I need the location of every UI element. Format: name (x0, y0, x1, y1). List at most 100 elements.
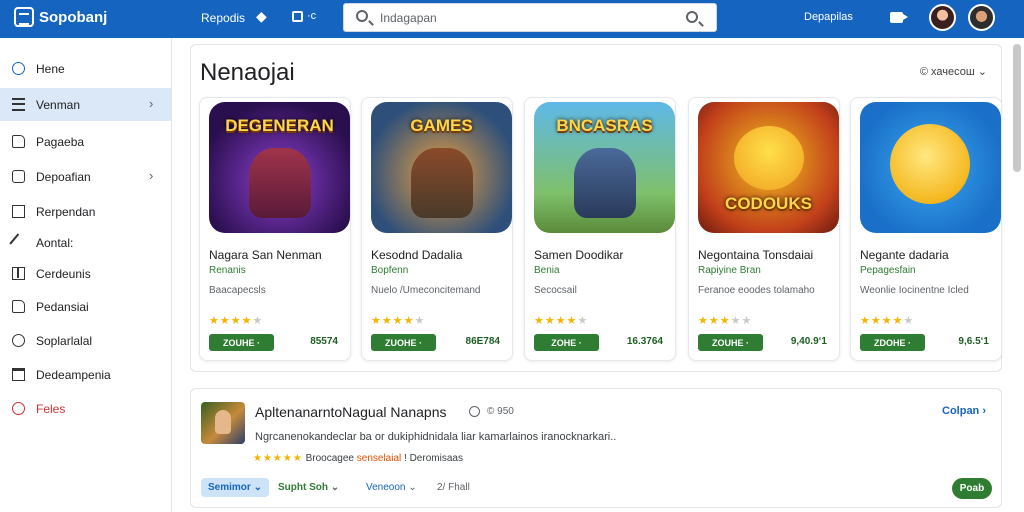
sidebar-item-dedeampenia[interactable]: Dedeampenia (0, 358, 171, 391)
install-button[interactable]: ZOUHE · (698, 334, 763, 351)
app-developer[interactable]: Rapiyine Bran (698, 265, 761, 276)
install-button[interactable]: ZUOHE · (371, 334, 436, 351)
featured-apps-section: Nenaojai © хачесош ⌄ DEGENERAN Nagara Sa… (190, 44, 1002, 372)
app-logo[interactable]: Sopobanj (14, 7, 107, 27)
sidebar-item-pagaeba[interactable]: Pagaeba (0, 125, 171, 158)
character-figure (411, 148, 473, 218)
character-figure (249, 148, 311, 218)
listing-badge: © 950 (487, 406, 514, 417)
sidebar-item-label: Dedeampenia (36, 368, 111, 382)
app-artwork-title: DEGENERAN (225, 116, 334, 135)
star-rating: ★★★★★ (371, 315, 426, 327)
app-developer[interactable]: Bopfenn (371, 265, 408, 276)
app-price: 16.3764 (626, 336, 663, 347)
app-title: Kesodnd Dadalia (371, 248, 463, 262)
sidebar-item-label: Cerdeunis (36, 267, 91, 281)
app-category: Weonlie Iocinentne Icled (860, 285, 969, 296)
box-icon (12, 205, 25, 218)
listing-thumbnail[interactable] (201, 402, 245, 444)
app-card[interactable]: DEGENERAN Nagara San Nenman Renanis Baac… (199, 97, 351, 361)
arrow-icon[interactable]: ◆ (256, 8, 267, 25)
sidebar-item-feles[interactable]: Feles (0, 392, 171, 425)
app-title: Negontaina Tonsdaiai (698, 248, 814, 262)
settings-icon (12, 334, 25, 347)
search-bar[interactable] (343, 3, 717, 32)
filter-chip-label: Supht Soh (278, 482, 328, 493)
sidebar-item-pedansiai[interactable]: Pedansiai (0, 290, 171, 323)
sidebar-item-label: Hene (36, 62, 65, 76)
app-developer[interactable]: Pepagesfain (860, 265, 916, 276)
star-rating: ★★★★★ (860, 315, 915, 327)
top-nav-link[interactable]: Repodis (201, 11, 245, 25)
featured-listing: ApltenanarntoNagual Nanapns © 950 Colpan… (190, 388, 1002, 508)
sidebar-item-label: Rerpendan (36, 205, 96, 219)
square-icon (292, 10, 303, 22)
scrollbar-thumb[interactable] (1013, 44, 1021, 172)
app-artwork: CODOUKS (698, 102, 839, 233)
rating-highlight: senselaial (356, 453, 402, 464)
chevron-down-icon: ⌄ (977, 66, 987, 78)
avatar-secondary[interactable] (968, 4, 995, 31)
app-category: Secocsail (534, 285, 577, 296)
section-title: Nenaojai (200, 59, 295, 86)
video-icon[interactable] (890, 12, 908, 23)
avatar[interactable] (929, 4, 956, 31)
app-price: 9,40.9‘1 (790, 336, 827, 347)
app-developer[interactable]: Benia (534, 265, 560, 276)
app-price: 9,6.5‘1 (958, 336, 989, 347)
app-artwork (860, 102, 1001, 233)
character-figure (890, 124, 970, 204)
sidebar-item-venman[interactable]: Venman › (0, 88, 171, 121)
app-artwork: GAMES (371, 102, 512, 233)
filter-chip[interactable]: Semimor ⌄ (201, 478, 269, 497)
app-title: Samen Doodikar (534, 248, 624, 262)
pen-icon (9, 233, 28, 252)
listing-link-label: Colpan (942, 405, 980, 417)
search-submit-icon[interactable] (686, 11, 698, 23)
app-artwork-title: CODOUKS (725, 194, 812, 213)
listing-title[interactable]: ApltenanarntoNagual Nanapns (255, 404, 446, 420)
logo-icon (14, 7, 34, 27)
search-input[interactable] (380, 8, 680, 28)
listing-description: Ngrcanenokandeclar ba or dukiphidnidala … (255, 431, 617, 443)
sidebar-item-home[interactable]: Hene (0, 52, 171, 85)
app-artwork-title: BNCASRAS (556, 116, 653, 135)
install-button[interactable]: ZOUHE · (209, 334, 274, 351)
app-card[interactable]: GAMES Kesodnd Dadalia Bopfenn Nuelo /Ume… (361, 97, 513, 361)
app-artwork-title: GAMES (410, 116, 473, 135)
app-developer[interactable]: Renanis (209, 265, 246, 276)
install-button[interactable]: ZDOHE · (860, 334, 925, 351)
sidebar-item-label: Feles (36, 402, 66, 416)
star-rating: ★★★★★ (534, 315, 589, 327)
result-count: 2/ Fhall (437, 482, 470, 493)
filter-chip-label: Veneoon (366, 482, 406, 493)
sidebar-item-aontal[interactable]: Aontal: (0, 226, 171, 259)
app-card[interactable]: CODOUKS Negontaina Tonsdaiai Rapiyine Br… (688, 97, 840, 361)
app-card[interactable]: BNCASRAS Samen Doodikar Benia Secocsail … (524, 97, 676, 361)
sidebar-item-soplarlalal[interactable]: Soplarlalal (0, 324, 171, 357)
filter-chip[interactable]: Supht Soh ⌄ (271, 478, 346, 497)
filter-chip[interactable]: Veneoon ⌄ (359, 478, 424, 497)
star-rating: ★★★★★ (209, 315, 264, 327)
verified-icon (469, 406, 480, 417)
sidebar-item-depoafian[interactable]: Depoafian › (0, 160, 171, 193)
listing-link[interactable]: Colpan › (942, 405, 986, 417)
sidebar-item-label: Pagaeba (36, 135, 85, 149)
get-button[interactable]: Poab (952, 478, 992, 499)
chevron-right-icon: › (149, 168, 154, 183)
app-price: 86E784 (465, 336, 500, 347)
search-icon (356, 10, 368, 22)
install-button[interactable]: ZOHE · (534, 334, 599, 351)
sidebar-item-label: Soplarlalal (36, 334, 93, 348)
document-icon (12, 135, 25, 148)
sidebar-item-cerdeunis[interactable]: Cerdeunis (0, 257, 171, 290)
app-name: Sopobanj (39, 8, 108, 26)
chevron-down-icon: ⌄ (250, 482, 262, 493)
sort-dropdown[interactable]: © хачесош ⌄ (920, 65, 987, 78)
listing-rating: ★★★★★ Broocagee senselaial ! Deromisaas (253, 453, 463, 464)
app-card[interactable]: Negante dadaria Pepagesfain Weonlie Ioci… (850, 97, 1002, 361)
view-toggle[interactable]: ·c (292, 10, 316, 22)
top-right-link[interactable]: Depapilas (804, 11, 853, 23)
star-rating: ★★★★★ (698, 315, 753, 327)
sidebar-item-rerpendan[interactable]: Rerpendan (0, 195, 171, 228)
